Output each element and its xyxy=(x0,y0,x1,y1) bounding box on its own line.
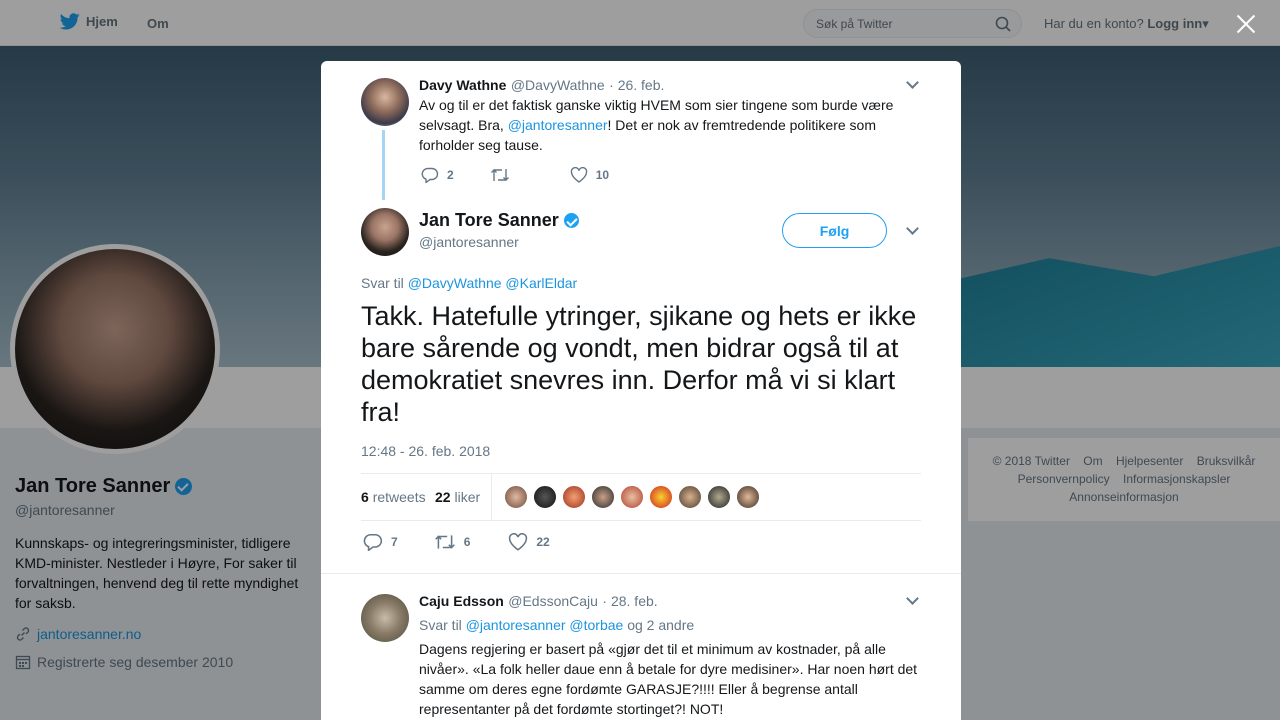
liker-avatar[interactable] xyxy=(678,485,702,509)
like-action[interactable]: 22 xyxy=(508,533,550,551)
parent-reply-count: 2 xyxy=(447,168,454,182)
parent-tweet-header: Davy Wathne @DavyWathne · 26. feb. xyxy=(419,77,664,95)
main-tweet-name[interactable]: Jan Tore Sanner xyxy=(419,210,559,231)
chevron-down-icon[interactable] xyxy=(907,594,917,604)
reply-action[interactable]: 2 xyxy=(421,167,454,183)
likes-stat[interactable]: 22 liker xyxy=(435,489,480,505)
like-icon xyxy=(509,533,528,551)
liker-avatar[interactable] xyxy=(504,485,528,509)
like-action[interactable]: 10 xyxy=(570,167,609,183)
main-like-count: 22 xyxy=(536,535,550,549)
liker-avatar[interactable] xyxy=(649,485,673,509)
retweet-icon xyxy=(490,169,509,181)
reply-to-label: Svar til xyxy=(419,617,462,633)
main-reply-count: 7 xyxy=(391,535,398,549)
likes-count: 22 xyxy=(435,489,451,505)
reply-action[interactable]: 7 xyxy=(363,533,398,551)
main-tweet-text: Takk. Hatefulle ytringer, sjikane og het… xyxy=(361,301,917,427)
reply-tweet-reply-to: Svar til @jantoresanner @torbae og 2 and… xyxy=(419,617,694,633)
liker-avatar[interactable] xyxy=(591,485,615,509)
verified-icon xyxy=(563,213,579,228)
parent-tweet-text: Av og til er det faktisk ganske viktig H… xyxy=(419,95,919,155)
tweet-divider xyxy=(321,573,961,574)
retweet-action[interactable] xyxy=(490,167,510,183)
close-icon[interactable] xyxy=(1233,11,1259,37)
main-tweet-reply-to: Svar til @DavyWathne @KarlEldar xyxy=(361,275,577,291)
retweet-action[interactable]: 6 xyxy=(434,533,471,551)
reply-tweet-header: Caju Edsson @EdssonCaju · 28. feb. xyxy=(419,593,658,611)
reply-to-label: Svar til xyxy=(361,275,404,291)
liker-avatar[interactable] xyxy=(620,485,644,509)
reply-tweet-avatar[interactable] xyxy=(361,594,409,642)
follow-button[interactable]: Følg xyxy=(782,213,887,248)
retweets-count: 6 xyxy=(361,489,369,505)
parent-tweet-name[interactable]: Davy Wathne xyxy=(419,77,506,93)
parent-tweet-date[interactable]: · 26. feb. xyxy=(609,77,664,93)
chevron-down-icon[interactable] xyxy=(907,78,917,88)
parent-tweet-handle[interactable]: @DavyWathne xyxy=(511,77,605,93)
main-tweet-timestamp[interactable]: 12:48 - 26. feb. 2018 xyxy=(361,443,490,459)
reply-icon xyxy=(421,167,439,183)
parent-tweet-avatar[interactable] xyxy=(361,78,409,126)
reply-to-user[interactable]: @DavyWathne xyxy=(408,275,502,291)
liker-avatar[interactable] xyxy=(736,485,760,509)
reply-tweet-handle[interactable]: @EdssonCaju xyxy=(508,593,598,609)
main-tweet-actions: 7 6 22 xyxy=(363,533,550,551)
reply-to-user[interactable]: @torbae xyxy=(569,617,623,633)
main-tweet-handle[interactable]: @jantoresanner xyxy=(419,234,519,250)
main-tweet-stats: 6 retweets 22 liker xyxy=(361,473,921,521)
liker-avatar[interactable] xyxy=(707,485,731,509)
main-tweet-avatar[interactable] xyxy=(361,208,409,256)
chevron-down-icon[interactable] xyxy=(907,224,917,234)
reply-to-more[interactable]: og 2 andre xyxy=(627,617,694,633)
thread-connector xyxy=(382,130,385,200)
parent-tweet-actions: 2 10 xyxy=(421,167,609,183)
parent-like-count: 10 xyxy=(595,168,610,182)
reply-tweet-text: Dagens regjering er basert på «gjør det … xyxy=(419,641,918,717)
retweet-icon xyxy=(434,535,455,549)
retweets-label: retweets xyxy=(372,489,426,505)
stat-divider xyxy=(491,474,492,521)
reply-to-user[interactable]: @KarlEldar xyxy=(505,275,577,291)
parent-tweet-mention[interactable]: @jantoresanner xyxy=(508,117,608,133)
main-retweet-count: 6 xyxy=(463,535,471,549)
reply-tweet-date[interactable]: · 28. feb. xyxy=(602,593,657,609)
reply-tweet-name[interactable]: Caju Edsson xyxy=(419,593,504,609)
reply-to-user[interactable]: @jantoresanner xyxy=(466,617,566,633)
retweets-stat[interactable]: 6 retweets xyxy=(361,489,426,505)
likes-label: liker xyxy=(454,489,481,505)
liker-avatar[interactable] xyxy=(562,485,586,509)
liker-avatars xyxy=(504,485,760,509)
main-tweet-header: Jan Tore Sanner xyxy=(419,210,579,231)
reply-icon xyxy=(363,533,383,551)
liker-avatar[interactable] xyxy=(533,485,557,509)
like-icon xyxy=(570,167,587,183)
